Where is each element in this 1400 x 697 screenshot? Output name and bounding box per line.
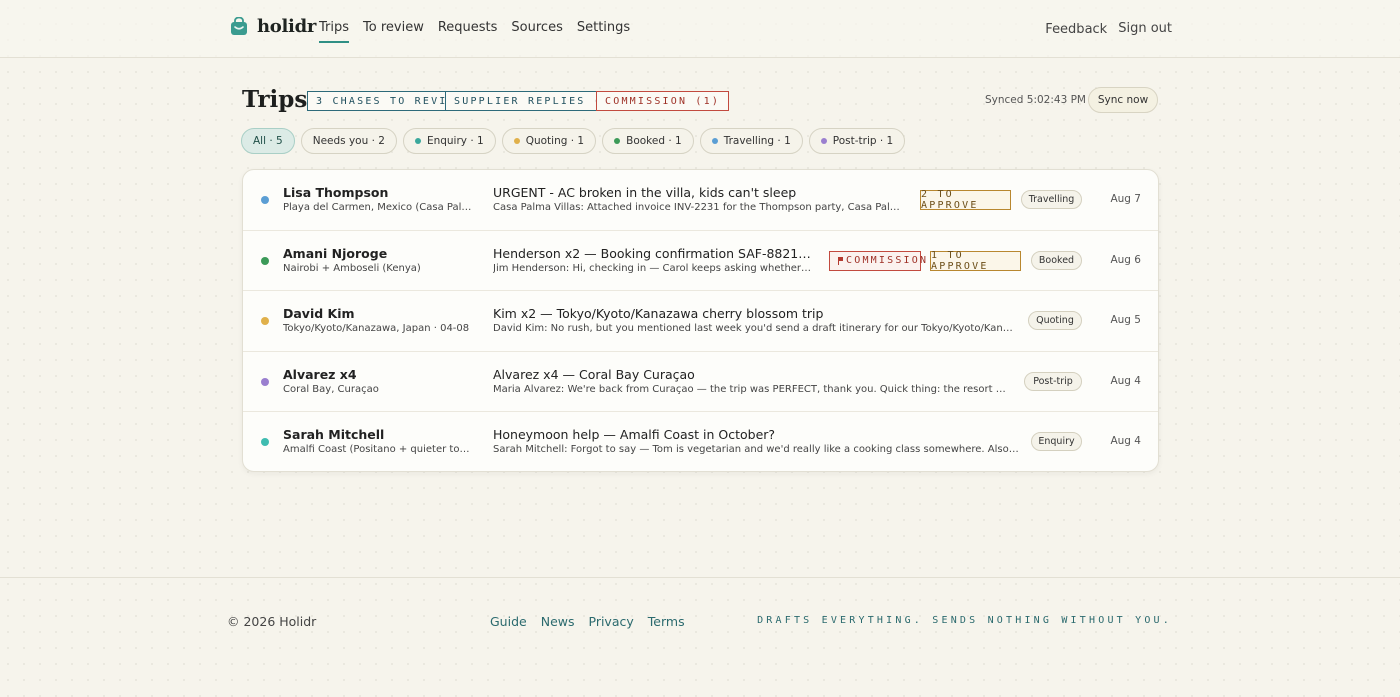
filter-quoting[interactable]: Quoting · 1 xyxy=(501,128,597,154)
enquiry-dot-icon xyxy=(414,138,421,144)
commission-label: COMMISSION xyxy=(846,255,929,266)
status-badge: Enquiry xyxy=(1031,432,1082,451)
status-dot-icon xyxy=(261,196,269,204)
status-badge: Booked xyxy=(1031,250,1082,270)
trip-row[interactable]: Sarah Mitchell Amalfi Coast (Positano + … xyxy=(243,412,1158,471)
filter-all[interactable]: All · 5 xyxy=(241,128,295,154)
thread-preview: Casa Palma Villas: Attached invoice INV-… xyxy=(493,202,905,213)
commission-badge[interactable]: COMMISSION xyxy=(829,250,926,271)
filter-booked[interactable]: Booked · 1 xyxy=(602,128,694,154)
page-title: Trips xyxy=(242,86,308,113)
trip-destination: Coral Bay, Curaçao xyxy=(283,383,379,395)
status-badge: Quoting xyxy=(1028,311,1082,330)
trip-date: Aug 4 xyxy=(1110,435,1141,447)
nav-settings[interactable]: Settings xyxy=(577,20,630,43)
account-nav: Feedback Sign out xyxy=(1045,21,1172,37)
main-nav: Trips To review Requests Sources Setting… xyxy=(319,20,630,43)
copyright: © 2026 Holidr xyxy=(227,614,317,629)
footer-link-privacy[interactable]: Privacy xyxy=(589,614,634,629)
brand-name: holidr xyxy=(257,16,317,37)
footer-link-terms[interactable]: Terms xyxy=(648,614,685,629)
trip-row[interactable]: David Kim Tokyo/Kyoto/Kanazawa, Japan · … xyxy=(243,291,1158,352)
top-nav-bar: holidr Trips To review Requests Sources … xyxy=(0,0,1400,58)
quoting-dot-icon xyxy=(513,138,520,144)
filter-label: Enquiry · 1 xyxy=(426,135,484,147)
nav-to-review[interactable]: To review xyxy=(363,20,424,43)
status-dot-icon xyxy=(261,256,269,265)
thread-subject: Henderson x2 — Booking confirmation SAF-… xyxy=(493,245,813,261)
footer-divider xyxy=(0,577,1400,578)
trip-row[interactable]: Alvarez x4 Coral Bay, Curaçao Alvarez x4… xyxy=(243,352,1158,412)
sync-status: Synced 5:02:43 PM xyxy=(985,94,1086,106)
thread-preview: Sarah Mitchell: Forgot to say — Tom is v… xyxy=(493,444,1019,455)
filter-label: Travelling · 1 xyxy=(723,135,791,147)
status-dot-icon xyxy=(261,377,269,386)
brand-logo[interactable]: holidr xyxy=(230,16,316,37)
nav-requests[interactable]: Requests xyxy=(438,20,498,43)
trip-destination: Tokyo/Kyoto/Kanazawa, Japan · 04-08 xyxy=(283,323,470,334)
thread-preview: David Kim: No rush, but you mentioned la… xyxy=(493,323,1013,334)
status-badge: Post-trip xyxy=(1024,371,1082,391)
filter-travelling[interactable]: Travelling · 1 xyxy=(699,128,803,154)
filter-post-trip[interactable]: Post-trip · 1 xyxy=(808,128,906,154)
trip-row[interactable]: Amani Njoroge Nairobi + Amboseli (Kenya)… xyxy=(243,231,1158,291)
to-approve-badge[interactable]: 1 TO APPROVE xyxy=(930,250,1021,272)
post-trip-dot-icon xyxy=(820,138,827,144)
footer-link-guide[interactable]: Guide xyxy=(490,614,527,629)
trip-date: Aug 6 xyxy=(1110,253,1141,266)
client-name: Alvarez x4 xyxy=(283,366,357,382)
thread-subject: Kim x2 — Tokyo/Kyoto/Kanazawa cherry blo… xyxy=(493,306,824,321)
filter-label: Post-trip · 1 xyxy=(832,135,894,147)
trip-date: Aug 4 xyxy=(1110,374,1141,387)
nav-trips[interactable]: Trips xyxy=(319,20,350,43)
thread-subject: URGENT - AC broken in the villa, kids ca… xyxy=(493,185,797,200)
commission-chip[interactable]: COMMISSION (1) xyxy=(596,91,730,111)
client-name: Sarah Mitchell xyxy=(283,427,385,442)
travelling-dot-icon xyxy=(711,138,718,144)
thread-subject: Honeymoon help — Amalfi Coast in October… xyxy=(493,427,776,442)
footer-links: Guide News Privacy Terms xyxy=(490,614,685,629)
bag-icon xyxy=(230,16,248,36)
to-approve-badge[interactable]: 2 TO APPROVE xyxy=(920,189,1011,211)
sign-out-link[interactable]: Sign out xyxy=(1118,21,1172,37)
filter-label: All · 5 xyxy=(253,135,283,147)
trip-destination: Nairobi + Amboseli (Kenya) xyxy=(283,262,421,274)
footer-link-news[interactable]: News xyxy=(541,614,575,629)
nav-sources[interactable]: Sources xyxy=(511,20,562,43)
trip-destination: Playa del Carmen, Mexico (Casa Palma Vil… xyxy=(283,202,477,213)
status-badge: Travelling xyxy=(1021,190,1082,209)
feedback-link[interactable]: Feedback xyxy=(1045,22,1107,37)
thread-preview: Jim Henderson: Hi, checking in — Carol k… xyxy=(493,262,813,274)
trip-row[interactable]: Lisa Thompson Playa del Carmen, Mexico (… xyxy=(243,170,1158,231)
filter-enquiry[interactable]: Enquiry · 1 xyxy=(402,128,496,154)
filter-label: Booked · 1 xyxy=(626,135,682,147)
filter-label: Needs you · 2 xyxy=(312,135,385,147)
trip-date: Aug 7 xyxy=(1110,193,1141,205)
status-dot-icon xyxy=(261,317,269,325)
client-name: Amani Njoroge xyxy=(283,245,388,261)
trip-destination: Amalfi Coast (Positano + quieter town) ·… xyxy=(283,444,477,455)
client-name: David Kim xyxy=(283,306,355,321)
trip-date: Aug 5 xyxy=(1110,314,1141,326)
footer-tagline: DRAFTS EVERYTHING. SENDS NOTHING WITHOUT… xyxy=(757,615,1172,626)
thread-preview: Maria Alvarez: We're back from Curaçao —… xyxy=(493,383,1009,395)
client-name: Lisa Thompson xyxy=(283,185,389,200)
filter-needs-you[interactable]: Needs you · 2 xyxy=(300,128,397,154)
status-dot-icon xyxy=(261,438,269,446)
filter-label: Quoting · 1 xyxy=(525,135,585,147)
sync-now-button[interactable]: Sync now xyxy=(1088,87,1158,113)
thread-subject: Alvarez x4 — Coral Bay Curaçao xyxy=(493,366,695,382)
booked-dot-icon xyxy=(614,138,621,144)
status-filters: All · 5 Needs you · 2 Enquiry · 1 Quotin… xyxy=(241,128,906,154)
trip-list: Lisa Thompson Playa del Carmen, Mexico (… xyxy=(242,169,1159,472)
flag-icon xyxy=(838,256,843,265)
